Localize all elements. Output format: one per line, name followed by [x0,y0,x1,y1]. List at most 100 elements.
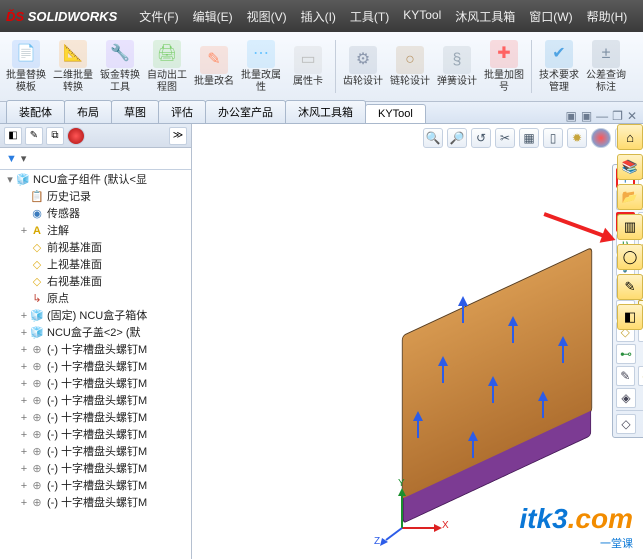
view-3dsketch-icon[interactable]: ✐ [638,366,643,386]
tree-item[interactable]: ◇右视基准面 [0,274,191,291]
hide-all-icon[interactable]: ◇ [616,414,636,434]
expand-icon[interactable]: + [18,308,30,325]
expand-icon[interactable]: + [18,393,30,410]
tree-item-icon: 🧊 [30,310,44,324]
tree-item[interactable]: +⊕(-) 十字槽盘头螺钉M [0,342,191,359]
command-tab[interactable]: 装配体 [6,100,65,123]
view-weld-icon[interactable]: ◈ [616,388,636,408]
section-view-icon[interactable]: ✂ [495,128,515,148]
menu-item[interactable]: 帮助(H) [587,8,628,25]
ribbon-button[interactable]: ✎批量改名 [192,34,236,99]
appearances-icon[interactable]: ◯ [617,244,643,270]
panel-tab-icon[interactable]: ◧ [4,127,22,145]
ribbon-button[interactable]: 📐二维批量转换 [51,34,95,99]
ribbon-button[interactable]: 📄批量替换模板 [4,34,48,99]
tree-item[interactable]: +⊕(-) 十字槽盘头螺钉M [0,444,191,461]
tree-root[interactable]: ▾🧊NCU盒子组件 (默认<显 [0,172,191,189]
menu-item[interactable]: KYTool [403,8,441,25]
ribbon-button[interactable]: ▭属性卡 [286,34,330,99]
command-tab[interactable]: 办公室产品 [205,100,286,123]
prev-view-icon[interactable]: ↺ [471,128,491,148]
expand-icon[interactable]: ▾ [4,172,16,189]
tree-item[interactable]: +⊕(-) 十字槽盘头螺钉M [0,359,191,376]
ribbon-button[interactable]: 🖨自动出工程图 [145,34,189,99]
zoom-fit-icon[interactable]: 🔍 [423,128,443,148]
display-style-icon[interactable]: ▯ [543,128,563,148]
tree-item[interactable]: ◉传感器 [0,206,191,223]
custom-props-icon[interactable]: ✎ [617,274,643,300]
menu-item[interactable]: 视图(V) [247,8,287,25]
menu-item[interactable]: 工具(T) [350,8,389,25]
expand-icon[interactable]: + [18,444,30,461]
graphics-viewport[interactable]: 🔍 🔎 ↺ ✂ ▦ ▯ ✹ ▾ ⊹┼ ▤◆ ↗✱ ʋ◇ 💡A [192,124,643,559]
tree-filter[interactable]: ▼ ▾ [0,148,191,170]
panel-collapse-icon[interactable]: ≫ [169,127,187,145]
expand-icon[interactable]: + [18,325,30,342]
resources-tab-icon[interactable]: ⌂ [617,124,643,150]
ribbon-icon: 🔧 [106,40,134,68]
panel-tab-icon[interactable]: ✎ [25,127,43,145]
command-tab[interactable]: 评估 [158,100,206,123]
hide-show-icon[interactable]: ✹ [567,128,587,148]
win-btn[interactable]: ▣ [581,109,592,123]
design-library-icon[interactable]: 📚 [617,154,643,180]
ribbon-button[interactable]: ⚙齿轮设计 [341,34,385,99]
expand-icon[interactable]: + [18,410,30,427]
tree-item-label: (-) 十字槽盘头螺钉M [47,427,147,444]
feature-manager-panel: ◧ ✎ ⧉ ≫ ▼ ▾ ▾🧊NCU盒子组件 (默认<显📋历史记录◉传感器+A注解… [0,124,192,559]
appearance-tab-icon[interactable] [67,127,85,145]
ribbon-icon: 🖨 [153,40,181,68]
ribbon-button[interactable]: ✚批量加图号 [482,34,526,99]
menu-item[interactable]: 沐风工具箱 [455,8,515,25]
menu-item[interactable]: 插入(I) [301,8,336,25]
win-btn[interactable]: ▣ [565,109,576,123]
tree-item[interactable]: +⊕(-) 十字槽盘头螺钉M [0,478,191,495]
tree-item[interactable]: +⊕(-) 十字槽盘头螺钉M [0,461,191,478]
tree-item[interactable]: ◇上视基准面 [0,257,191,274]
tree-item[interactable]: +⊕(-) 十字槽盘头螺钉M [0,376,191,393]
view-palette-icon[interactable]: ▥ [617,214,643,240]
ribbon-button[interactable]: 🔧钣金转换工具 [98,34,142,99]
command-tab[interactable]: KYTool [365,104,426,123]
ribbon-button[interactable]: ⋯批量改属性 [239,34,283,99]
menu-item[interactable]: 文件(F) [139,8,178,25]
tree-item[interactable]: +⊕(-) 十字槽盘头螺钉M [0,410,191,427]
win-btn[interactable]: ❐ [612,109,623,123]
command-tab[interactable]: 沐风工具箱 [285,100,366,123]
zoom-area-icon[interactable]: 🔎 [447,128,467,148]
scene-icon[interactable] [591,128,611,148]
menu-item[interactable]: 窗口(W) [529,8,572,25]
expand-icon[interactable]: + [18,478,30,495]
expand-icon[interactable]: + [18,461,30,478]
tree-item[interactable]: ◇前视基准面 [0,240,191,257]
view-routing-icon[interactable]: ⊷ [616,344,636,364]
command-tab[interactable]: 草图 [111,100,159,123]
expand-icon[interactable]: + [18,376,30,393]
expand-icon[interactable]: + [18,342,30,359]
tree-item[interactable]: +⊕(-) 十字槽盘头螺钉M [0,393,191,410]
expand-icon[interactable]: + [18,495,30,512]
expand-icon[interactable]: + [18,223,30,240]
tree-item[interactable]: 📋历史记录 [0,189,191,206]
menu-item[interactable]: 编辑(E) [193,8,233,25]
forum-icon[interactable]: ◧ [617,304,643,330]
tree-item[interactable]: +🧊(固定) NCU盒子箱体 [0,308,191,325]
file-explorer-icon[interactable]: 📂 [617,184,643,210]
panel-tab-icon[interactable]: ⧉ [46,127,64,145]
tree-item[interactable]: ↳原点 [0,291,191,308]
tree-item[interactable]: +⊕(-) 十字槽盘头螺钉M [0,427,191,444]
ribbon-button[interactable]: ✔技术要求管理 [537,34,581,99]
view-orient-icon[interactable]: ▦ [519,128,539,148]
command-tab[interactable]: 布局 [64,100,112,123]
ribbon-button[interactable]: ○链轮设计 [388,34,432,99]
view-sketches-icon[interactable]: ✎ [616,366,635,386]
ribbon-button[interactable]: ±公差查询标注 [584,34,628,99]
win-btn[interactable]: ✕ [627,109,637,123]
expand-icon[interactable]: + [18,359,30,376]
expand-icon[interactable]: + [18,427,30,444]
tree-item[interactable]: +A注解 [0,223,191,240]
tree-item[interactable]: +⊕(-) 十字槽盘头螺钉M [0,495,191,512]
win-btn[interactable]: ― [596,109,608,123]
tree-item[interactable]: +🧊NCU盒子盖<2> (默 [0,325,191,342]
ribbon-button[interactable]: §弹簧设计 [435,34,479,99]
